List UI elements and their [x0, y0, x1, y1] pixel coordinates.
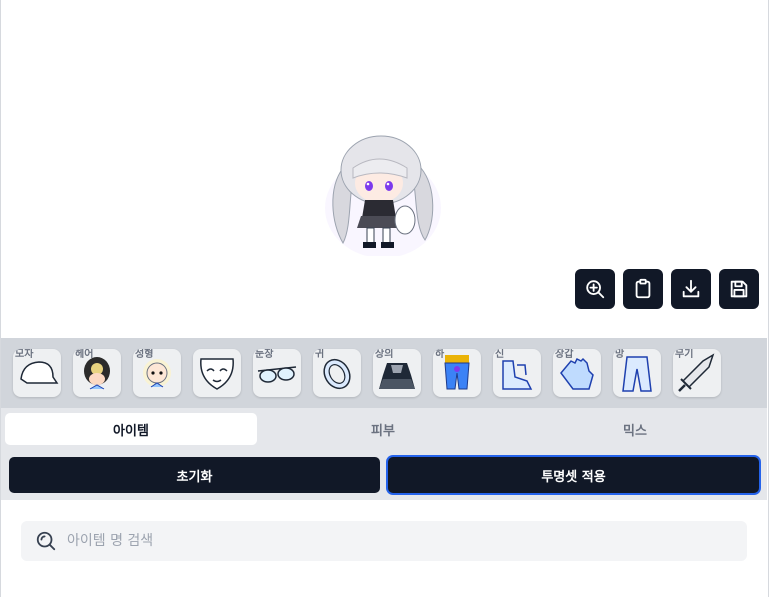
slot-label: 장갑 [555, 349, 574, 360]
slot-label: 상의 [375, 349, 394, 360]
slot-face[interactable]: 성형 [133, 349, 181, 397]
copy-button[interactable] [623, 269, 663, 309]
slot-label: 망 [615, 349, 625, 360]
slot-label: 성형 [135, 349, 154, 360]
download-button[interactable] [671, 269, 711, 309]
action-row: 초기화 투명셋 적용 [1, 450, 767, 500]
slot-label: 무기 [675, 349, 694, 360]
character-preview [1, 0, 767, 338]
slot-hat[interactable]: 모자 [13, 349, 61, 397]
slot-label: 모자 [15, 349, 34, 360]
slot-earring[interactable]: 귀 [313, 349, 361, 397]
tab-skin[interactable]: 피부 [257, 413, 509, 445]
zoom-button[interactable] [575, 269, 615, 309]
slot-label: 눈장 [255, 349, 274, 360]
slot-label: 귀 [315, 349, 325, 360]
slot-weapon[interactable]: 무기 [673, 349, 721, 397]
search-area [1, 500, 767, 597]
tab-bar: 아이템 피부 믹스 [1, 408, 767, 450]
search-box [21, 521, 747, 561]
slot-top[interactable]: 상의 [373, 349, 421, 397]
slot-cape[interactable]: 망 [613, 349, 661, 397]
slot-label: 신 [495, 349, 505, 360]
face-accessory-icon [200, 358, 234, 390]
slot-face-accessory[interactable] [193, 349, 241, 397]
save-icon [730, 280, 748, 298]
tab-item[interactable]: 아이템 [5, 413, 257, 445]
zoom-in-icon [586, 280, 605, 299]
save-button[interactable] [719, 269, 759, 309]
slot-gloves[interactable]: 장갑 [553, 349, 601, 397]
reset-button[interactable]: 초기화 [9, 457, 380, 493]
search-icon [36, 531, 56, 551]
slot-eye-accessory[interactable]: 눈장 [253, 349, 301, 397]
item-search-input[interactable] [65, 532, 729, 550]
slot-shoes[interactable]: 신 [493, 349, 541, 397]
clipboard-icon [635, 278, 651, 299]
slot-hair[interactable]: 헤어 [73, 349, 121, 397]
download-icon [682, 279, 700, 298]
equipment-slot-bar: 모자 헤어 성형 눈장 귀 상의 하 신 장갑 망 무기 [1, 338, 767, 408]
character-avatar [325, 135, 441, 256]
tab-mix[interactable]: 믹스 [509, 413, 761, 445]
slot-bottom[interactable]: 하 [433, 349, 481, 397]
slot-label: 헤어 [75, 349, 94, 360]
apply-transparent-set-button[interactable]: 투명셋 적용 [388, 457, 759, 493]
slot-label: 하 [435, 349, 445, 360]
